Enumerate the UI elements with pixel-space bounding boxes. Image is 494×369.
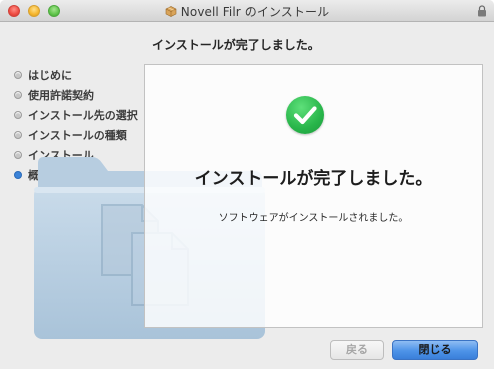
step-label: インストール先の選択 — [28, 109, 138, 122]
step-bullet-icon — [14, 71, 22, 79]
step-introduction: はじめに — [14, 65, 144, 85]
step-license: 使用許諾契約 — [14, 85, 144, 105]
title-wrap: Novell Filr のインストール — [0, 3, 494, 19]
summary-panel: インストールが完了しました。 ソフトウェアがインストールされました。 — [144, 64, 483, 328]
completion-message: ソフトウェアがインストールされました。 — [218, 213, 409, 224]
completion-title: インストールが完了しました。 — [194, 169, 433, 189]
page-heading: インストールが完了しました。 — [152, 38, 320, 52]
title-bar[interactable]: Novell Filr のインストール — [0, 0, 494, 22]
step-bullet-icon — [14, 91, 22, 99]
step-bullet-icon — [14, 111, 22, 119]
lock-icon — [478, 5, 486, 17]
package-icon — [165, 6, 177, 17]
step-label: 使用許諾契約 — [28, 89, 94, 102]
back-button[interactable]: 戻る — [330, 340, 384, 360]
step-bullet-active-icon — [14, 171, 22, 179]
installer-window: Novell Filr のインストール インストールが完了しました。 はじめに … — [0, 0, 494, 369]
step-destination: インストール先の選択 — [14, 105, 144, 125]
step-bullet-icon — [14, 131, 22, 139]
checkmark-icon — [286, 96, 324, 134]
close-button[interactable]: 閉じる — [392, 340, 478, 360]
step-bullet-icon — [14, 151, 22, 159]
step-installation-type: インストールの種類 — [14, 125, 144, 145]
step-label: インストールの種類 — [28, 129, 127, 142]
step-label: はじめに — [28, 69, 72, 82]
window-title: Novell Filr のインストール — [180, 4, 330, 19]
